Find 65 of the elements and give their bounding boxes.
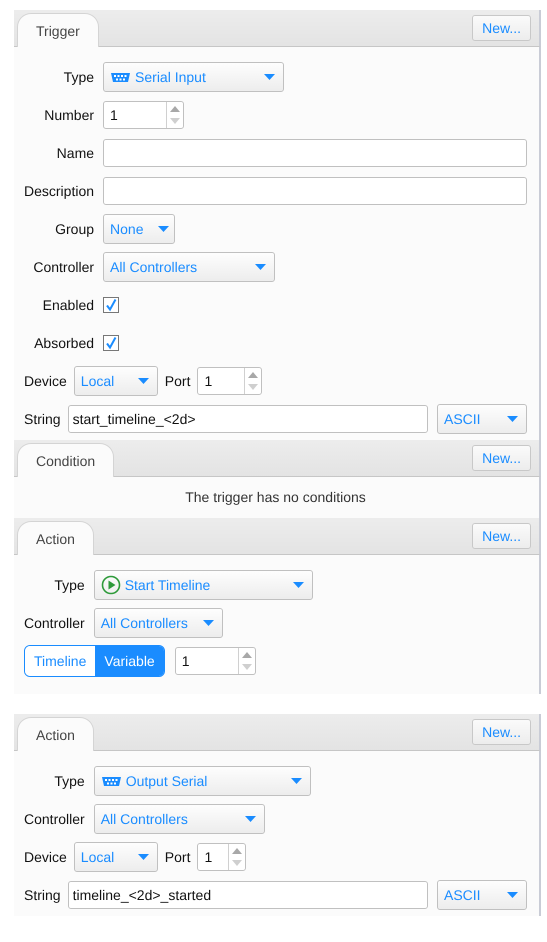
dropdown[interactable]: All Controllers <box>94 804 265 834</box>
dropdown[interactable]: All Controllers <box>94 608 223 638</box>
section-tab[interactable]: Trigger <box>17 13 99 47</box>
dropdown[interactable]: Start Timeline <box>94 570 313 600</box>
input-field[interactable]: timeline_<2d>_started <box>68 881 428 909</box>
checkbox[interactable] <box>103 297 120 313</box>
field-label: Controller <box>33 259 94 275</box>
serial-port-icon <box>110 72 132 82</box>
segment-button[interactable]: Variable <box>95 646 164 676</box>
field-label: Absorbed <box>34 335 94 351</box>
caret-icon <box>158 226 168 232</box>
serial-port-icon <box>100 776 122 786</box>
caret-icon <box>292 582 304 588</box>
dropdown[interactable]: Local <box>74 366 158 396</box>
dropdown[interactable]: ASCII <box>437 404 527 434</box>
dropdown[interactable]: None <box>103 214 176 244</box>
caret-icon <box>507 416 518 422</box>
input-field[interactable] <box>103 177 527 205</box>
section-tab[interactable]: Action <box>17 717 94 751</box>
field-label: Controller <box>24 615 85 631</box>
field-label: Port <box>164 849 190 865</box>
input-field[interactable] <box>103 139 527 167</box>
field-label: String <box>24 411 61 427</box>
field-label: Controller <box>24 811 85 827</box>
field-label: String <box>24 887 61 903</box>
number-spinner[interactable]: 1 <box>174 647 256 675</box>
field-label: Device <box>24 373 67 389</box>
field-label: Number <box>44 107 94 123</box>
field-label: Description <box>24 183 94 199</box>
caret-icon <box>138 854 149 860</box>
stepper-arrows-icon[interactable] <box>238 648 255 674</box>
section-tab[interactable]: Condition <box>17 443 114 477</box>
section-tab[interactable]: Action <box>17 521 94 555</box>
field-label: Type <box>54 577 85 593</box>
new-button[interactable]: New... <box>472 445 531 471</box>
field-label: Enabled <box>42 297 94 313</box>
dropdown[interactable]: All Controllers <box>103 252 276 282</box>
new-button[interactable]: New... <box>472 15 531 41</box>
caret-icon <box>244 816 256 822</box>
empty-message: The trigger has no conditions <box>184 489 367 505</box>
dropdown[interactable]: ASCII <box>437 880 527 910</box>
segment-button[interactable]: Timeline <box>25 646 96 676</box>
field-label: Group <box>55 221 94 237</box>
number-spinner[interactable]: 1 <box>197 367 262 395</box>
dropdown[interactable]: Output Serial <box>94 766 311 796</box>
new-button[interactable]: New... <box>472 719 531 745</box>
caret-icon <box>255 264 266 270</box>
number-spinner[interactable]: 1 <box>197 843 246 871</box>
checkbox[interactable] <box>103 335 120 351</box>
number-spinner[interactable]: 1 <box>103 101 184 129</box>
field-label: Name <box>56 145 94 161</box>
caret-icon <box>202 620 214 626</box>
new-button[interactable]: New... <box>472 523 531 549</box>
field-label: Port <box>164 373 190 389</box>
caret-icon <box>290 778 302 784</box>
caret-icon <box>507 892 518 898</box>
caret-icon <box>264 74 276 80</box>
dropdown[interactable]: Local <box>74 842 158 872</box>
field-label: Type <box>64 69 94 85</box>
field-label: Device <box>24 849 67 865</box>
play-icon <box>100 575 121 595</box>
field-label: Type <box>54 773 85 789</box>
caret-icon <box>138 378 149 384</box>
dropdown[interactable]: Serial Input <box>103 62 284 92</box>
input-field[interactable]: start_timeline_<2d> <box>68 405 428 433</box>
